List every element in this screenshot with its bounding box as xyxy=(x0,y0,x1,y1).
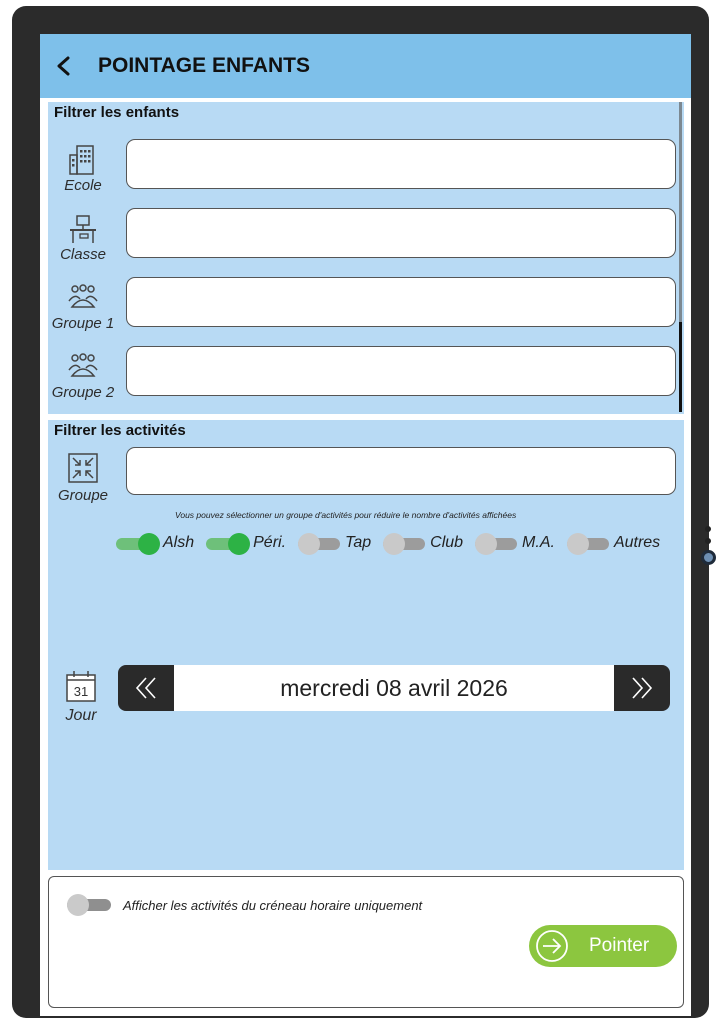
app-header: POINTAGE ENFANTS xyxy=(40,34,691,98)
next-day-button[interactable] xyxy=(614,665,670,711)
school-building-icon xyxy=(69,145,94,175)
filter-label-ecole: Ecole xyxy=(64,177,102,194)
toggle-ma[interactable]: M.A. xyxy=(475,532,555,555)
toggle-label-peri: Péri. xyxy=(253,534,287,551)
toggle-switch[interactable] xyxy=(566,532,611,555)
back-chevron-icon[interactable] xyxy=(54,56,74,76)
filter-row-ecole: Ecole xyxy=(48,139,684,195)
groupe-1-select[interactable] xyxy=(126,277,676,327)
groupe-activites-select[interactable] xyxy=(126,447,676,495)
toggle-club[interactable]: Club xyxy=(383,532,464,555)
filter-row-groupe-1: Groupe 1 xyxy=(48,277,684,333)
toggle-tap[interactable]: Tap xyxy=(298,532,372,555)
date-selector-row: 31 Jour mercredi 08 avril 2026 xyxy=(48,665,684,735)
groupe-2-select[interactable] xyxy=(126,346,676,396)
toggle-switch[interactable] xyxy=(206,532,251,555)
creneau-toggle-row: Afficher les activités du créneau horair… xyxy=(67,893,422,917)
panel-filtrer-enfants: Filtrer les enfants Ecole Classe Groupe … xyxy=(48,102,684,414)
pointer-button-label: Pointer xyxy=(589,935,650,956)
toggle-label-autres: Autres xyxy=(613,534,661,551)
selected-date[interactable]: mercredi 08 avril 2026 xyxy=(174,665,614,711)
section-title-activites: Filtrer les activités xyxy=(54,422,186,439)
arrow-right-circle-icon xyxy=(536,930,568,962)
filter-row-groupe-2: Groupe 2 xyxy=(48,346,684,402)
side-dot xyxy=(705,526,711,532)
toggle-switch[interactable] xyxy=(475,532,519,555)
camera-ring-icon xyxy=(701,550,716,565)
calendar-day-number: 31 xyxy=(74,684,88,699)
device-side-buttons xyxy=(701,526,716,565)
filter-row-classe: Classe xyxy=(48,208,684,264)
toggle-label-alsh: Alsh xyxy=(163,534,195,551)
filter-label-groupe: Groupe xyxy=(57,487,109,504)
creneau-toggle[interactable] xyxy=(67,893,115,917)
app-screen: POINTAGE ENFANTS Filtrer les enfants Eco… xyxy=(40,34,691,1016)
calendar-icon: 31 xyxy=(66,671,96,702)
double-chevron-left-icon xyxy=(135,677,156,699)
group-people-icon xyxy=(68,353,98,377)
classe-select[interactable] xyxy=(126,208,676,258)
compress-arrows-icon xyxy=(68,453,98,483)
filter-row-groupe-activites: Groupe xyxy=(48,447,684,504)
section-title-enfants: Filtrer les enfants xyxy=(54,104,180,121)
group-people-icon xyxy=(68,284,98,308)
filter-label-groupe-1: Groupe 1 xyxy=(51,315,115,332)
toggle-switch[interactable] xyxy=(116,532,160,555)
pointer-button[interactable]: Pointer xyxy=(529,925,677,967)
toggle-peri[interactable]: Péri. xyxy=(206,532,287,555)
toggle-label-tap: Tap xyxy=(345,534,372,551)
groupe-hint-text: Vous pouvez sélectionner un groupe d'act… xyxy=(175,510,517,520)
toggle-label-ma: M.A. xyxy=(522,534,555,551)
ecole-select[interactable] xyxy=(126,139,676,189)
bottom-actions-card: Afficher les activités du créneau horair… xyxy=(48,876,684,1008)
date-label-jour: Jour xyxy=(65,707,97,724)
side-dot xyxy=(705,538,711,544)
page-title: POINTAGE ENFANTS xyxy=(98,54,310,77)
activity-type-toggles: Alsh Péri. Tap Club M.A. Autres xyxy=(116,530,686,556)
toggle-alsh[interactable]: Alsh xyxy=(116,532,195,555)
date-navigator: mercredi 08 avril 2026 xyxy=(118,665,670,711)
creneau-toggle-label: Afficher les activités du créneau horair… xyxy=(123,897,423,913)
previous-day-button[interactable] xyxy=(118,665,174,711)
filter-label-classe: Classe xyxy=(60,246,106,263)
double-chevron-right-icon xyxy=(632,677,653,699)
toggle-switch[interactable] xyxy=(298,532,342,555)
filter-label-groupe-2: Groupe 2 xyxy=(51,384,115,401)
toggle-switch[interactable] xyxy=(383,532,427,555)
panel-filtrer-activites: Filtrer les activités Groupe Vous pouvez… xyxy=(48,420,684,870)
toggle-autres[interactable]: Autres xyxy=(566,532,661,555)
desk-classroom-icon xyxy=(70,215,96,243)
toggle-label-club: Club xyxy=(430,534,464,551)
